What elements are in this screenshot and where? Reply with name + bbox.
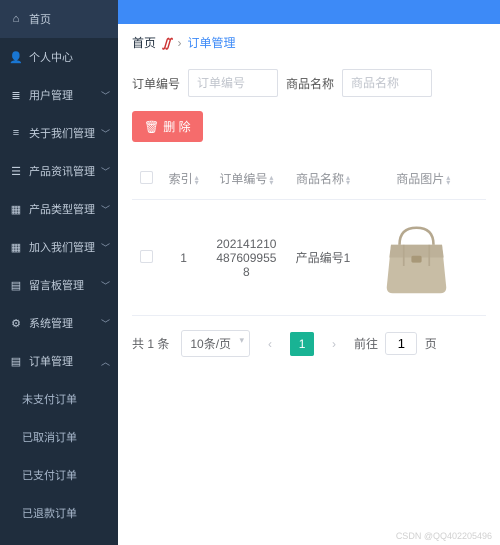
sidebar-item-label: 产品资讯管理	[29, 163, 95, 179]
filter-input-name[interactable]	[342, 69, 432, 97]
sort-icon: ▴▾	[195, 175, 199, 185]
sidebar-item-join[interactable]: ▦ 加入我们管理 ﹀	[0, 228, 118, 266]
grid-icon: ▦	[10, 241, 22, 253]
list-icon: ≣	[10, 89, 22, 101]
cell-name: 产品编号1	[286, 200, 361, 316]
product-image-icon	[374, 215, 459, 300]
list-icon: ▤	[10, 355, 22, 367]
sidebar-sub-cancel[interactable]: 已取消订单	[0, 418, 118, 456]
grid-icon: ▦	[10, 203, 22, 215]
sidebar-item-label: 用户管理	[29, 87, 73, 103]
chevron-down-icon: ﹀	[101, 279, 110, 292]
sidebar-sub-unpaid[interactable]: 未支付订单	[0, 380, 118, 418]
sidebar-item-about[interactable]: ≡ 关于我们管理 ﹀	[0, 114, 118, 152]
breadcrumb-logo-icon: ∬	[162, 36, 171, 50]
pagination: 共 1 条 10条/页 ‹ 1 › 前往 页	[132, 330, 486, 357]
breadcrumb-current: 订单管理	[187, 34, 235, 51]
filter-bar: 订单编号 商品名称	[132, 69, 486, 97]
sidebar-item-type[interactable]: ▦ 产品类型管理 ﹀	[0, 190, 118, 228]
chevron-up-icon: ︿	[101, 355, 110, 368]
watermark: CSDN @QQ402205496	[396, 531, 492, 541]
cell-image	[360, 200, 486, 316]
table-row: 1 2021412104876099558 产品编号1	[132, 200, 486, 316]
sidebar-item-label: 首页	[29, 11, 51, 27]
filter-label-order: 订单编号	[132, 75, 180, 92]
topbar	[118, 0, 500, 24]
page-jump-input[interactable]	[385, 332, 417, 355]
cell-orderno: 2021412104876099558	[207, 200, 285, 316]
data-table: 索引▴▾ 订单编号▴▾ 商品名称▴▾ 商品图片▴▾ 1 202141210487…	[132, 158, 486, 316]
cell-index: 1	[160, 200, 207, 316]
sidebar-item-label: 产品类型管理	[29, 201, 95, 217]
list-icon: ▤	[10, 279, 22, 291]
sidebar-item-label: 个人中心	[29, 49, 73, 65]
col-index[interactable]: 索引▴▾	[160, 158, 207, 200]
trash-icon: 🗑	[144, 120, 159, 134]
gear-icon: ⚙	[10, 317, 22, 329]
filter-input-order[interactable]	[188, 69, 278, 97]
sidebar-item-label: 关于我们管理	[29, 125, 95, 141]
sidebar-sub-refund[interactable]: 已退款订单	[0, 494, 118, 532]
col-orderno[interactable]: 订单编号▴▾	[207, 158, 285, 200]
delete-button-label: 删 除	[163, 118, 190, 135]
sidebar-item-label: 订单管理	[29, 353, 73, 369]
sidebar-item-orders[interactable]: ▤ 订单管理 ︿	[0, 342, 118, 380]
list-icon: ☰	[10, 165, 22, 177]
sidebar-item-profile[interactable]: 👤 个人中心	[0, 38, 118, 76]
main-panel: 首页 ∬ › 订单管理 订单编号 商品名称 🗑 删 除 索引▴▾	[118, 0, 500, 545]
sidebar-sub-done[interactable]: 已完成订单	[0, 532, 118, 545]
sort-icon: ▴▾	[269, 175, 273, 185]
page-jump: 前往 页	[354, 332, 437, 355]
row-checkbox[interactable]	[140, 250, 153, 263]
prev-page-button[interactable]: ‹	[258, 332, 282, 356]
sidebar-item-label: 留言板管理	[29, 277, 84, 293]
chevron-down-icon: ﹀	[101, 317, 110, 330]
chevron-down-icon: ﹀	[101, 241, 110, 254]
chevron-down-icon: ﹀	[101, 165, 110, 178]
sidebar: ⌂ 首页 👤 个人中心 ≣ 用户管理 ﹀ ≡ 关于我们管理 ﹀ ☰ 产品资讯管理…	[0, 0, 118, 545]
chevron-down-icon: ﹀	[101, 89, 110, 102]
sidebar-item-label: 系统管理	[29, 315, 73, 331]
next-page-button[interactable]: ›	[322, 332, 346, 356]
breadcrumb-home[interactable]: 首页	[132, 34, 156, 51]
sidebar-item-news[interactable]: ☰ 产品资讯管理 ﹀	[0, 152, 118, 190]
page-size-select[interactable]: 10条/页	[181, 330, 250, 357]
col-name[interactable]: 商品名称▴▾	[286, 158, 361, 200]
filter-label-name: 商品名称	[286, 75, 334, 92]
chevron-right-icon: ›	[177, 36, 181, 50]
sidebar-item-label: 加入我们管理	[29, 239, 95, 255]
sidebar-item-users[interactable]: ≣ 用户管理 ﹀	[0, 76, 118, 114]
delete-button[interactable]: 🗑 删 除	[132, 111, 203, 142]
sidebar-item-home[interactable]: ⌂ 首页	[0, 0, 118, 38]
sort-icon: ▴▾	[346, 175, 350, 185]
sort-icon: ▴▾	[446, 175, 450, 185]
sidebar-item-system[interactable]: ⚙ 系统管理 ﹀	[0, 304, 118, 342]
col-image[interactable]: 商品图片▴▾	[360, 158, 486, 200]
user-icon: 👤	[10, 51, 22, 63]
chevron-down-icon: ﹀	[101, 203, 110, 216]
list-icon: ≡	[10, 127, 22, 139]
pagination-total: 共 1 条	[132, 335, 169, 352]
sidebar-sub-paid[interactable]: 已支付订单	[0, 456, 118, 494]
chevron-down-icon: ﹀	[101, 127, 110, 140]
sidebar-item-msg[interactable]: ▤ 留言板管理 ﹀	[0, 266, 118, 304]
page-number-button[interactable]: 1	[290, 332, 314, 356]
select-all-checkbox[interactable]	[140, 171, 153, 184]
home-icon: ⌂	[10, 13, 22, 25]
breadcrumb: 首页 ∬ › 订单管理	[132, 34, 486, 51]
